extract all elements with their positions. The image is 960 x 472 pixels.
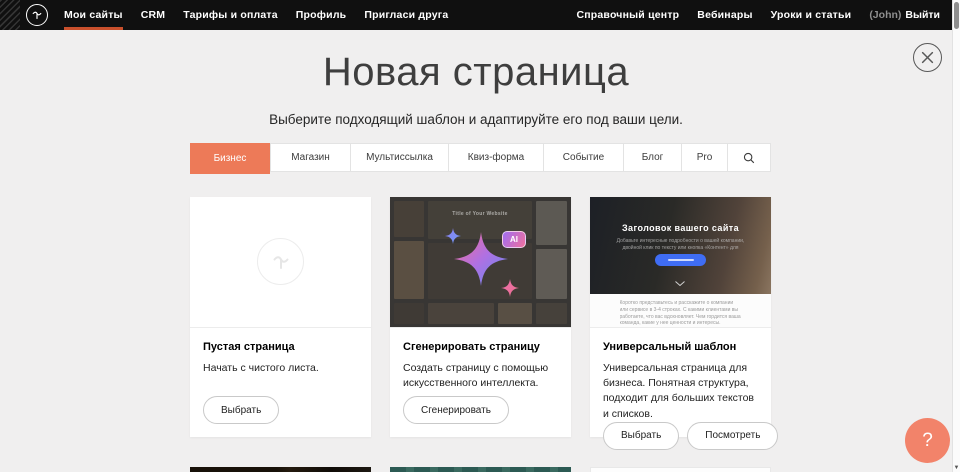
nav-item-help-center[interactable]: Справочный центр	[567, 0, 688, 30]
template-card-universal: Заголовок вашего сайта Добавьте интересн…	[590, 197, 771, 437]
page-title: Новая страница	[0, 50, 952, 95]
nav-item-crm[interactable]: CRM	[132, 0, 175, 30]
collage-tile	[394, 241, 424, 299]
tilda-watermark-icon	[257, 238, 304, 285]
template-category-tabs: Бизнес Магазин Мультиссылка Квиз-форма С…	[190, 143, 771, 172]
topbar-nav: Мои сайты CRM Тарифы и оплата Профиль Пр…	[55, 0, 457, 30]
ai-sparkle-small-icon	[501, 279, 519, 297]
card-body: Пустая страница Начать с чистого листа. …	[190, 328, 371, 437]
help-button[interactable]: ?	[905, 418, 950, 463]
card-buttons: Сгенерировать	[403, 396, 558, 424]
user-box: (John) Выйти	[860, 9, 940, 21]
select-universal-button[interactable]: Выбрать	[603, 422, 679, 450]
preview-paragraph: Коротко представьтесь и расскажите о ком…	[620, 300, 742, 327]
tab-multilink[interactable]: Мультиссылка	[350, 144, 448, 171]
card-buttons: Выбрать	[203, 396, 358, 424]
card-title: Универсальный шаблон	[603, 341, 758, 353]
ai-generate-preview[interactable]: Title of Your Website	[390, 197, 571, 328]
tab-event[interactable]: Событие	[543, 144, 623, 171]
collage-tile	[394, 201, 424, 237]
universal-template-preview[interactable]: Заголовок вашего сайта Добавьте интересн…	[590, 197, 771, 328]
collage-caption: Title of Your Website	[428, 211, 532, 217]
logout-link[interactable]: Выйти	[905, 9, 940, 21]
collage-tile	[428, 303, 494, 324]
template-card-ai: Title of Your Website	[390, 197, 571, 437]
card-description: Начать с чистого листа.	[203, 361, 358, 376]
next-templates-row	[190, 467, 771, 472]
card-buttons: Выбрать Посмотреть	[603, 422, 758, 450]
ai-sparkle-icon	[454, 230, 508, 288]
nav-item-invite-friend[interactable]: Пригласи друга	[355, 0, 457, 30]
card-title: Сгенерировать страницу	[403, 341, 558, 353]
tab-blog[interactable]: Блог	[623, 144, 681, 171]
tab-business[interactable]: Бизнес	[190, 143, 270, 174]
search-icon	[743, 152, 755, 164]
chevron-down-icon	[675, 281, 685, 286]
topbar: Мои сайты CRM Тарифы и оплата Профиль Пр…	[0, 0, 952, 30]
blank-page-preview[interactable]	[190, 197, 371, 328]
scrollbar-thumb[interactable]	[954, 2, 959, 29]
card-body: Сгенерировать страницу Создать страницу …	[390, 328, 571, 437]
collage-tile	[536, 201, 567, 245]
topbar-nav-right: Справочный центр Вебинары Уроки и статьи…	[567, 0, 940, 30]
nav-item-profile[interactable]: Профиль	[287, 0, 356, 30]
template-preview-partial-3[interactable]	[590, 467, 771, 472]
preview-hero-subtitle: Добавьте интересные подробности о вашей …	[608, 238, 753, 252]
view-universal-button[interactable]: Посмотреть	[687, 422, 778, 450]
select-blank-button[interactable]: Выбрать	[203, 396, 279, 424]
tab-quiz-form[interactable]: Квиз-форма	[448, 144, 543, 171]
generate-button[interactable]: Сгенерировать	[403, 396, 509, 424]
collage-tile	[536, 303, 567, 324]
collage-tile	[498, 303, 532, 324]
template-preview-partial-2[interactable]	[390, 467, 571, 472]
card-description: Универсальная страница для бизнеса. Поня…	[603, 361, 758, 422]
preview-hero: Заголовок вашего сайта Добавьте интересн…	[590, 197, 771, 294]
card-title: Пустая страница	[203, 341, 358, 353]
tab-search[interactable]	[727, 144, 770, 171]
tab-pro[interactable]: Pro	[681, 144, 727, 171]
app-window: Мои сайты CRM Тарифы и оплата Профиль Пр…	[0, 0, 960, 472]
topbar-texture	[0, 0, 20, 30]
nav-item-my-sites[interactable]: Мои сайты	[55, 0, 132, 30]
ai-badge: AI	[502, 231, 526, 248]
preview-hero-button	[655, 254, 706, 266]
nav-item-webinars[interactable]: Вебинары	[688, 0, 761, 30]
collage-tile	[394, 303, 424, 324]
nav-item-lessons[interactable]: Уроки и статьи	[762, 0, 861, 30]
nav-item-tariffs[interactable]: Тарифы и оплата	[174, 0, 287, 30]
scrollbar[interactable]: ▼	[952, 0, 960, 472]
template-preview-partial-1[interactable]	[190, 467, 371, 472]
preview-text-section: Коротко представьтесь и расскажите о ком…	[590, 294, 771, 328]
tilda-logo-icon[interactable]	[26, 4, 48, 26]
template-cards-row: Пустая страница Начать с чистого листа. …	[190, 197, 771, 437]
preview-hero-title: Заголовок вашего сайта	[590, 223, 771, 233]
tab-shop[interactable]: Магазин	[270, 144, 350, 171]
user-name: (John)	[869, 9, 901, 21]
card-description: Создать страницу с помощью искусственног…	[403, 361, 558, 391]
collage-tile	[536, 249, 567, 299]
scroll-down-icon[interactable]: ▼	[953, 465, 960, 472]
page-subtitle: Выберите подходящий шаблон и адаптируйте…	[0, 112, 952, 127]
card-body: Универсальный шаблон Универсальная стран…	[590, 328, 771, 463]
template-card-blank: Пустая страница Начать с чистого листа. …	[190, 197, 371, 437]
